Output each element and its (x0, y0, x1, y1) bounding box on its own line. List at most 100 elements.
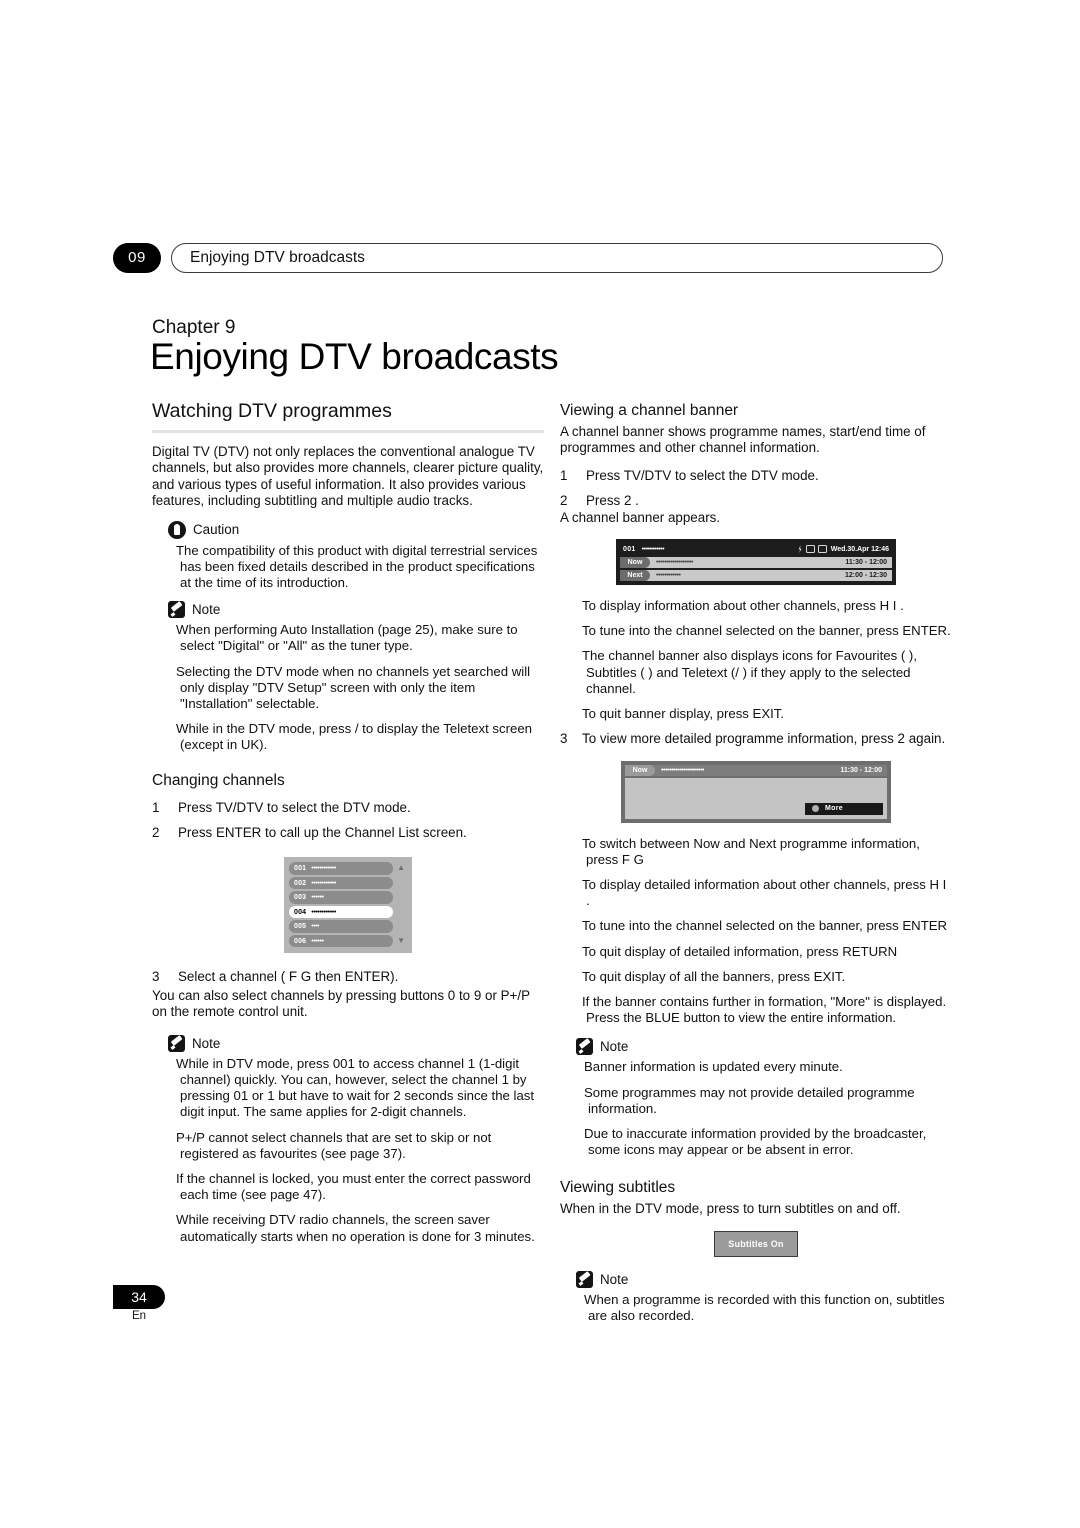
note-label: Note (600, 1271, 629, 1287)
note-list: While in DTV mode, press 001 to access c… (168, 1056, 544, 1245)
note-item: Banner information is updated every minu… (584, 1059, 843, 1075)
channel-list-row[interactable]: 003 •••••• (289, 891, 393, 904)
detail-banner-bullet: If the banner contains further in format… (582, 994, 947, 1026)
detail-banner-bullet: To tune into the channel selected on the… (582, 918, 948, 934)
banner-bullet-list: To display information about other chann… (560, 598, 952, 722)
subtitles-on-label: Subtitles On (728, 1238, 784, 1249)
step-number: 1 (560, 467, 568, 483)
note-item: While in DTV mode, press 001 to access c… (176, 1055, 535, 1120)
banner-now-time: 11:30 - 12:00 (845, 559, 887, 567)
note-head: Note (576, 1270, 952, 1288)
note-block-tuner: Note When performing Auto Installation (… (152, 601, 544, 753)
channel-list-screenshot: 001 •••••••••••• 002 •••••••••••• 003 ••… (284, 857, 412, 954)
channel-list-row[interactable]: 001 •••••••••••• (289, 862, 393, 875)
channel-number: 001 (294, 865, 307, 873)
channel-number: 003 (294, 894, 307, 902)
step-number: 1 (152, 799, 160, 815)
step-number: 2 (560, 493, 568, 509)
detailed-banner-screenshot: Now ••••••••••••••••••••• 11:30 - 12:00 … (621, 760, 891, 823)
banner-now-row: Now •••••••••••••••••• 11:30 - 12:00 (620, 557, 892, 569)
favourite-icon (798, 545, 802, 554)
step-number: 3 (560, 731, 568, 747)
note-item: Due to inaccurate information provided b… (584, 1126, 927, 1158)
banner-channel-number: 001 (623, 545, 636, 553)
banner-now-programme: •••••••••••••••••• (656, 559, 693, 567)
note-list: When a programme is recorded with this f… (576, 1292, 952, 1324)
detail-banner-time: 11:30 - 12:00 (840, 766, 882, 774)
more-button[interactable]: More (805, 802, 883, 815)
detail-banner-top-row: Now ••••••••••••••••••••• 11:30 - 12:00 (625, 764, 887, 776)
note-head: Note (576, 1038, 952, 1056)
detail-banner-programme: ••••••••••••••••••••• (661, 766, 705, 774)
caution-item: The compatibility of this product with d… (176, 542, 538, 591)
step-number: 3 (152, 969, 160, 985)
scroll-down-icon[interactable]: ▼ (397, 937, 405, 945)
note-list: Banner information is updated every minu… (576, 1059, 952, 1158)
page-language-code: En (131, 1310, 147, 1322)
banner-next-row: Next •••••••••••• 12:00 - 12:30 (620, 570, 892, 582)
note-item: P+/P cannot select channels that are set… (176, 1129, 492, 1161)
note-label: Note (192, 602, 221, 618)
step-item: 2 Press 2 . (560, 493, 952, 509)
page-title: Enjoying DTV broadcasts (150, 336, 559, 377)
note-item: When a programme is recorded with this f… (584, 1291, 945, 1324)
banner-next-programme: •••••••••••• (656, 572, 681, 580)
more-button-label: More (825, 805, 843, 813)
running-header-pill: Enjoying DTV broadcasts (171, 243, 943, 273)
caution-label: Caution (193, 522, 240, 538)
viewing-subtitles-intro: When in the DTV mode, press to turn subt… (560, 1200, 901, 1216)
right-column: Viewing a channel banner A channel banne… (560, 402, 952, 1334)
running-header-title: Enjoying DTV broadcasts (190, 249, 365, 266)
channel-list-rows: 001 •••••••••••• 002 •••••••••••• 003 ••… (289, 862, 393, 948)
caution-list: The compatibility of this product with d… (168, 543, 544, 592)
banner-now-tag: Now (620, 557, 650, 569)
channel-number: 002 (294, 879, 307, 887)
channel-number: 004 (294, 908, 307, 916)
channel-banner-top-row: 001 ••••••••••• Wed.30.Apr 12:46 (620, 543, 892, 555)
note-pencil-icon (168, 601, 185, 619)
manual-page: 09 Enjoying DTV broadcasts Chapter 9 Enj… (0, 0, 1080, 1528)
channel-name: •••••••••••• (311, 879, 336, 887)
detail-banner-now-tag: Now (625, 764, 655, 776)
banner-datetime: Wed.30.Apr 12:46 (830, 545, 889, 553)
note-item: When performing Auto Installation (page … (176, 622, 518, 654)
step-item: 1 Press TV/DTV to select the DTV mode. (152, 800, 544, 816)
scroll-up-icon[interactable]: ▲ (397, 864, 405, 872)
channel-name: •••• (311, 923, 320, 931)
watching-dtv-intro: Digital TV (DTV) not only replaces the c… (152, 444, 544, 509)
note-head: Note (168, 1034, 544, 1052)
banner-bullet: The channel banner also displays icons f… (582, 648, 917, 696)
caution-block: Caution The compatibility of this produc… (152, 520, 544, 592)
channel-name: •••••••••••• (311, 865, 336, 873)
step-item: 3 To view more detailed programme inform… (560, 731, 952, 747)
channel-list-row-selected[interactable]: 004 •••••••••••• (289, 905, 393, 919)
detail-banner-bullet: To quit display of all the banners, pres… (582, 968, 846, 984)
banner-channel-name: ••••••••••• (641, 545, 665, 553)
note-label: Note (600, 1039, 629, 1055)
note-block-subtitles: Note When a programme is recorded with t… (560, 1270, 952, 1324)
detail-banner-bullet: To quit display of detailed information,… (582, 943, 898, 959)
step-text: Press ENTER to call up the Channel List … (178, 825, 467, 841)
step-item: 1 Press TV/DTV to select the DTV mode. (560, 468, 952, 484)
channel-list-row[interactable]: 002 •••••••••••• (289, 876, 393, 890)
note-item: While receiving DTV radio channels, the … (176, 1212, 535, 1244)
section-heading-watching-dtv: Watching DTV programmes (152, 400, 392, 422)
banner-next-time: 12:00 - 12:30 (844, 572, 887, 580)
caution-icon (168, 520, 186, 539)
step-number: 2 (152, 825, 160, 841)
left-column: Watching DTV programmes Digital TV (DTV)… (152, 400, 544, 1255)
banner-bullet: To tune into the channel selected on the… (582, 623, 951, 639)
step-text: Select a channel ( F G then ENTER). (178, 969, 399, 985)
note-list: When performing Auto Installation (page … (168, 622, 544, 753)
note-pencil-icon (576, 1038, 593, 1056)
detail-banner-bullet-list: To switch between Now and Next programme… (560, 836, 952, 1027)
channel-list-row[interactable]: 005 •••• (289, 920, 393, 933)
step-item: 3 Select a channel ( F G then ENTER). (152, 969, 544, 985)
channel-name: •••••• (311, 894, 324, 902)
subsection-heading-changing-channels: Changing channels (152, 771, 285, 789)
blue-button-icon (812, 805, 819, 813)
channel-banner-screenshot: 001 ••••••••••• Wed.30.Apr 12:46 Now •••… (616, 539, 896, 586)
step3-continuation: You can also select channels by pressing… (152, 987, 530, 1020)
channel-list-row[interactable]: 006 •••••• (289, 934, 393, 948)
banner-icon-group (798, 545, 827, 554)
